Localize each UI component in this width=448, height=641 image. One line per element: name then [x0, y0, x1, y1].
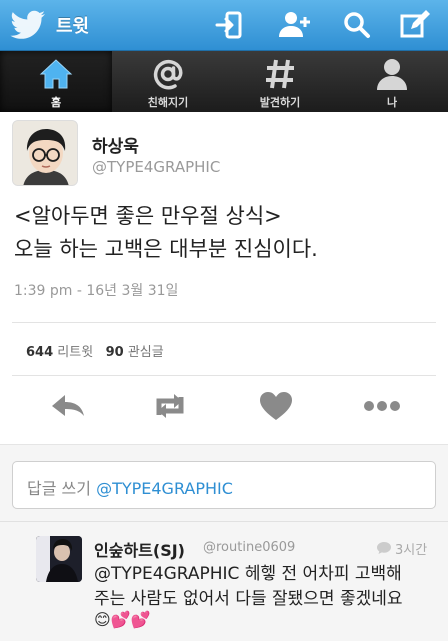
- reply-author-handle[interactable]: @routine0609: [203, 540, 295, 555]
- tweet-timestamp: 1:39 pm - 16년 3월 31일: [14, 283, 179, 299]
- add-user-icon[interactable]: [277, 9, 311, 41]
- search-icon[interactable]: [340, 9, 374, 41]
- tab-me[interactable]: 나: [336, 51, 448, 112]
- more-icon[interactable]: [362, 388, 402, 424]
- twitter-bird-icon: [10, 10, 45, 39]
- tab-label: 발견하기: [259, 96, 301, 109]
- person-icon: [377, 59, 407, 90]
- reply-input[interactable]: 답글 쓰기 @TYPE4GRAPHIC: [12, 461, 436, 509]
- hashtag-icon: [266, 59, 294, 89]
- divider: [12, 322, 436, 323]
- reply-mention: @TYPE4GRAPHIC: [96, 479, 233, 498]
- author-name[interactable]: 하상욱: [92, 132, 139, 157]
- tweet-text-line: <알아두면 좋은 만우절 상식>: [14, 204, 282, 228]
- tab-label: 홈: [50, 96, 62, 109]
- tab-bar: 홈 친해지기 발견하기 나: [0, 51, 448, 112]
- tab-home[interactable]: 홈: [0, 51, 112, 112]
- top-navigation-bar: 트윗: [0, 0, 448, 51]
- reply-emoji: 😊💕💕: [94, 610, 151, 629]
- home-icon: [39, 59, 73, 89]
- reply-placeholder-text: 답글 쓰기: [27, 479, 91, 498]
- reply-author-name[interactable]: 인숲하트(SJ): [94, 537, 185, 561]
- compose-icon[interactable]: [398, 9, 432, 41]
- favorite-label[interactable]: 관심글: [128, 345, 164, 360]
- author-avatar[interactable]: [12, 120, 78, 186]
- retweet-icon[interactable]: [150, 388, 190, 424]
- speech-bubble-icon: [377, 542, 391, 554]
- page-title: 트윗: [56, 16, 90, 37]
- tab-connect[interactable]: 친해지기: [112, 51, 224, 112]
- at-sign-icon: [153, 60, 183, 90]
- reply-placeholder: 답글 쓰기 @TYPE4GRAPHIC: [27, 475, 233, 499]
- reply-icon[interactable]: [48, 388, 88, 424]
- divider: [0, 521, 448, 522]
- favorite-count[interactable]: 90: [106, 345, 124, 360]
- reply-text-line: 주는 사람도 없어서 다들 잘됐으면 좋겠네요: [94, 589, 403, 609]
- reply-time: 3시간: [395, 543, 428, 558]
- reply-avatar-image: [36, 536, 82, 582]
- tweet-text-line: 오늘 하는 고백은 대부분 진심이다.: [14, 237, 318, 261]
- reply-text-line: @TYPE4GRAPHIC 헤헿 전 어차피 고백해: [94, 564, 402, 584]
- tab-discover[interactable]: 발견하기: [224, 51, 336, 112]
- avatar-illustration: [13, 121, 77, 185]
- tweet-stats: 644 리트윗 90 관심글: [26, 341, 164, 360]
- reply-avatar[interactable]: [36, 536, 82, 582]
- reply-text: @TYPE4GRAPHIC 헤헿 전 어차피 고백해 주는 사람도 없어서 다들…: [94, 562, 440, 612]
- tweet-text: <알아두면 좋은 만우절 상식> 오늘 하는 고백은 대부분 진심이다.: [14, 200, 434, 266]
- divider: [12, 375, 436, 376]
- tab-label: 친해지기: [147, 96, 189, 109]
- heart-icon[interactable]: [256, 388, 296, 424]
- author-handle[interactable]: @TYPE4GRAPHIC: [92, 158, 220, 176]
- sign-in-icon[interactable]: [212, 9, 246, 41]
- retweet-label[interactable]: 리트윗: [57, 345, 93, 360]
- tab-label: 나: [386, 96, 398, 109]
- retweet-count[interactable]: 644: [26, 345, 53, 360]
